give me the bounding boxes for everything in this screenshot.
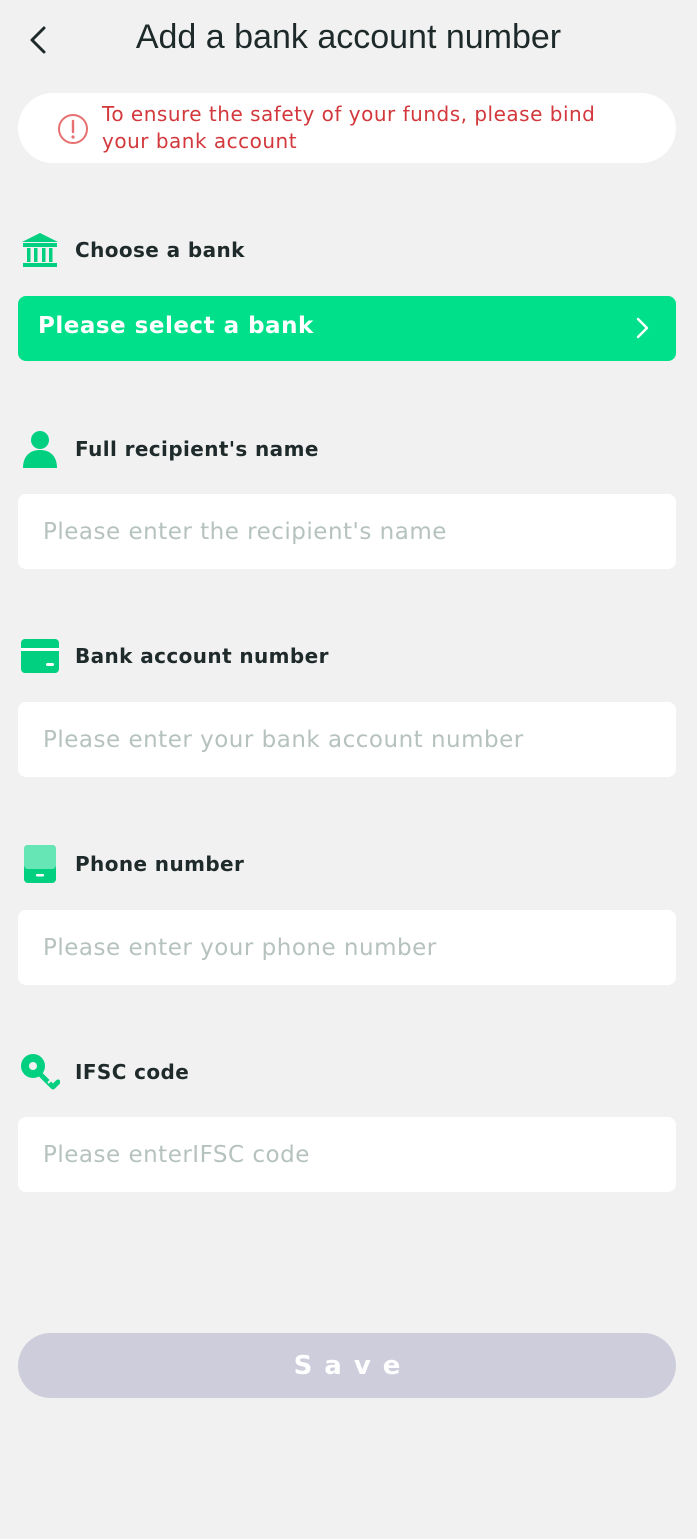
bank-select-button[interactable]: Please select a bank bbox=[18, 296, 676, 361]
save-label: Save bbox=[293, 1350, 413, 1381]
account-label: Bank account number bbox=[75, 644, 329, 668]
account-field[interactable] bbox=[18, 702, 676, 777]
phone-label: Phone number bbox=[75, 852, 245, 876]
key-icon bbox=[20, 1052, 60, 1092]
bank-label: Choose a bank bbox=[75, 238, 245, 262]
ifsc-label: IFSC code bbox=[75, 1060, 190, 1084]
chevron-right-icon bbox=[636, 317, 649, 339]
save-button[interactable]: Save bbox=[18, 1333, 676, 1398]
notice-text: To ensure the safety of your funds, plea… bbox=[102, 102, 596, 153]
page-title: Add a bank account number bbox=[135, 18, 562, 56]
card-icon bbox=[20, 636, 60, 676]
bank-select-text: Please select a bank bbox=[38, 313, 314, 339]
name-field[interactable] bbox=[18, 494, 676, 569]
ifsc-input[interactable] bbox=[18, 1117, 676, 1192]
ifsc-label-row: IFSC code bbox=[20, 1052, 189, 1092]
ifsc-field[interactable] bbox=[18, 1117, 676, 1192]
phone-field[interactable] bbox=[18, 910, 676, 985]
account-label-row: Bank account number bbox=[20, 636, 329, 676]
account-input[interactable] bbox=[18, 702, 676, 777]
exclamation-circle-icon bbox=[58, 114, 88, 144]
user-icon bbox=[20, 429, 60, 469]
name-label: Full recipient's name bbox=[75, 437, 319, 461]
safety-notice: To ensure the safety of your funds, plea… bbox=[18, 93, 676, 163]
name-input[interactable] bbox=[18, 494, 676, 569]
bank-label-row: Choose a bank bbox=[20, 230, 245, 270]
phone-input[interactable] bbox=[18, 910, 676, 985]
header: Add a bank account number bbox=[0, 0, 697, 82]
phone-label-row: Phone number bbox=[20, 844, 244, 884]
name-label-row: Full recipient's name bbox=[20, 429, 319, 469]
bank-icon bbox=[20, 230, 60, 270]
phone-icon bbox=[20, 844, 60, 884]
